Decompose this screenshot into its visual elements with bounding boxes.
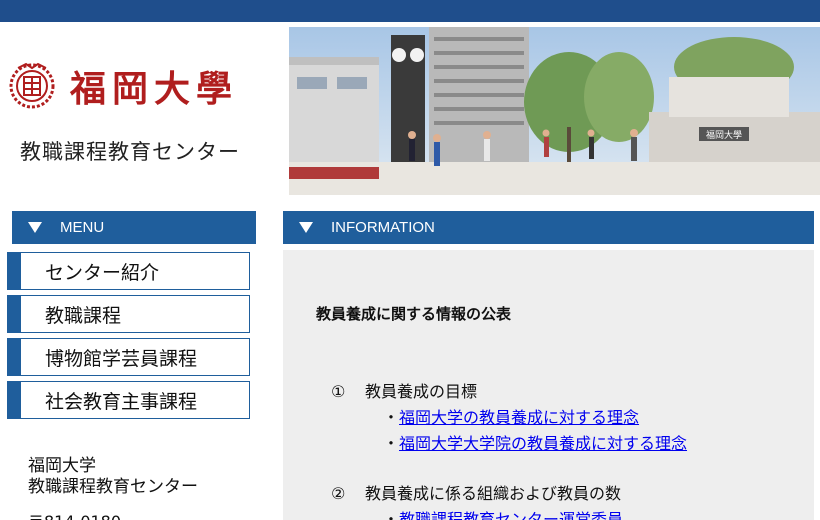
address-block: 福岡大学 教職課程教育センター [28,456,198,498]
link-row: ・福岡大学大学院の教員養成に対する理念 [383,434,688,453]
link-steering-committee[interactable]: 教職課程教育センター運営委員 [399,510,623,520]
menu-item-museum-curator[interactable]: 博物館学芸員課程 [7,338,250,376]
menu-item-teacher-training[interactable]: 教職課程 [7,295,250,333]
triangle-down-icon [28,222,42,233]
campus-photo: 福岡大學 [289,27,820,195]
brand-name: 福岡大學 [70,68,239,110]
link-undergrad-philosophy[interactable]: 福岡大学の教員養成に対する理念 [399,408,639,427]
section-2-heading: ② 教員養成に係る組織および教員の数 [331,484,622,503]
university-seal-icon [9,62,55,109]
link-row: ・教職課程教育センター運営委員 [383,506,623,520]
address-postal: 〒814-0180 [28,508,121,520]
top-bar [0,0,820,22]
section-1-heading: ① 教員養成の目標 [331,382,478,401]
information-header: INFORMATION [283,211,814,244]
menu-header: MENU [12,211,256,244]
address-center: 教職課程教育センター [28,477,198,497]
information-title: INFORMATION [331,219,435,236]
center-name: 教職課程教育センター [20,140,240,164]
triangle-down-icon [299,222,313,233]
svg-text:福岡大學: 福岡大學 [706,129,742,141]
link-row: ・福岡大学の教員養成に対する理念 [383,408,640,427]
link-graduate-philosophy[interactable]: 福岡大学大学院の教員養成に対する理念 [399,434,687,453]
menu-title: MENU [60,219,105,236]
address-university: 福岡大学 [28,456,96,476]
side-menu: センター紹介 教職課程 博物館学芸員課程 社会教育主事課程 [7,252,250,424]
disclosure-heading: 教員養成に関する情報の公表 [316,305,512,323]
information-panel: 教員養成に関する情報の公表 ① 教員養成の目標 ・福岡大学の教員養成に対する理念 … [283,250,814,520]
university-logo[interactable]: 福岡大學 [8,60,238,112]
menu-item-center-intro[interactable]: センター紹介 [7,252,250,290]
menu-item-social-education[interactable]: 社会教育主事課程 [7,381,250,419]
